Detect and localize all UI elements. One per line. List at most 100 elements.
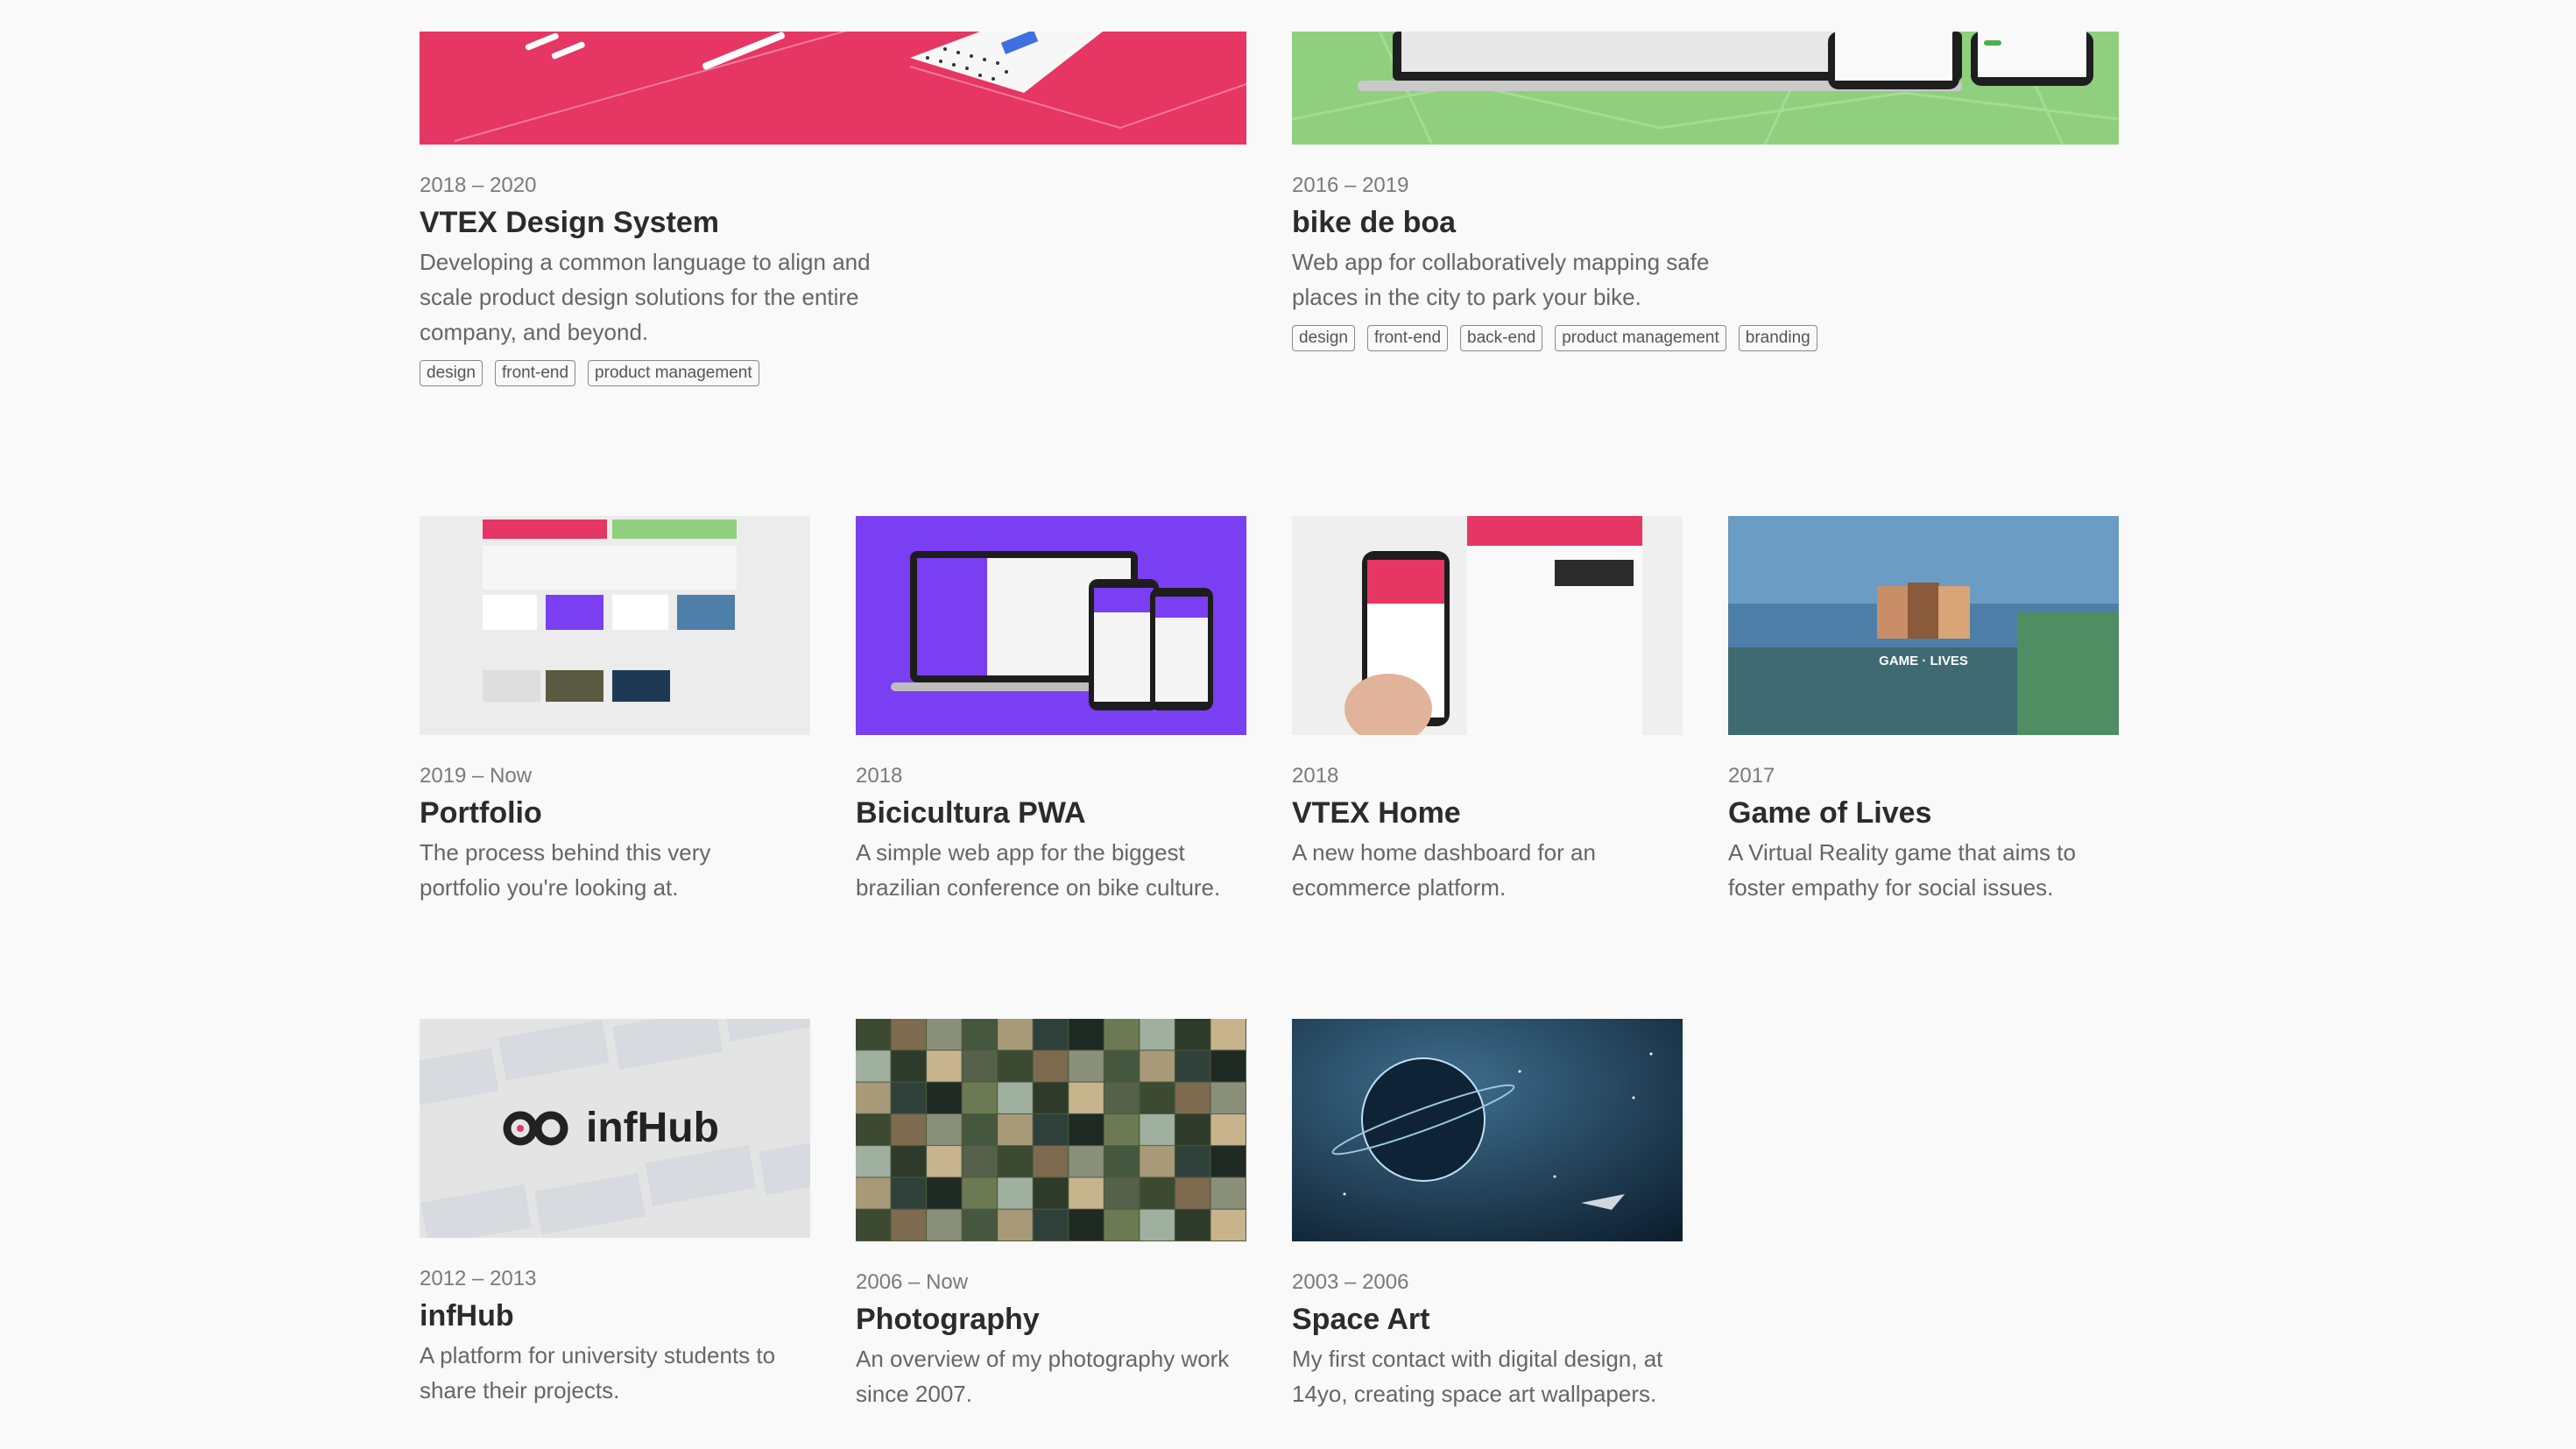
mosaic-photo-tile [856,1050,891,1082]
mosaic-photo-tile [1069,1209,1104,1240]
photo-mosaic [856,1019,1246,1240]
project-title[interactable]: VTEX Design System [420,204,1246,241]
mosaic-photo-tile [891,1019,926,1050]
project-thumbnail[interactable] [856,516,1246,735]
mosaic-photo-tile [998,1146,1033,1177]
project-thumbnail[interactable] [420,516,810,735]
thumbnail-illustration [1292,1019,1683,1241]
mosaic-photo-tile [927,1209,962,1240]
mosaic-photo-tile [927,1113,962,1146]
mosaic-photo-tile [998,1177,1033,1209]
mosaic-photo-tile [927,1146,962,1177]
mosaic-photo-tile [1104,1209,1140,1240]
mosaic-photo-tile [1033,1113,1069,1146]
tag: front-end [495,360,576,386]
mosaic-photo-tile [962,1177,998,1209]
project-description: My first contact with digital design, at… [1292,1346,1663,1407]
thumbnail-illustration [1344,516,1642,735]
mosaic-photo-tile [962,1113,998,1146]
mosaic-photo-tile [1104,1177,1140,1209]
project-title[interactable]: Space Art [1292,1301,1683,1338]
mosaic-photo-tile [1140,1019,1175,1050]
tag: design [1292,325,1355,351]
tag: front-end [1367,325,1449,351]
project-period: 2018 – 2020 [420,173,537,197]
mosaic-photo-tile [1175,1177,1210,1209]
project-title[interactable]: Photography [856,1301,1246,1338]
tag: branding [1738,325,1817,351]
mosaic-photo-tile [1210,1113,1246,1146]
tag-list: design front-end back-end product manage… [1292,325,2119,351]
mosaic-photo-tile [891,1146,926,1177]
project-title[interactable]: bike de boa [1292,204,2119,241]
mosaic-photo-tile [1140,1177,1175,1209]
thumbnail-illustration [483,520,737,702]
mosaic-photo-tile [1210,1146,1246,1177]
mosaic-photo-tile [1104,1146,1140,1177]
project-card-bike-de-boa: 2016 – 2019 bike de boa Web app for coll… [1292,32,2119,351]
mosaic-photo-tile [1140,1209,1175,1240]
project-thumbnail[interactable] [1292,1019,1683,1241]
mosaic-photo-tile [856,1146,891,1177]
mosaic-photo-tile [962,1146,998,1177]
thumbnail-illustration [1292,32,2119,145]
mosaic-photo-tile [1210,1050,1246,1082]
project-title[interactable]: Game of Lives [1728,795,2119,831]
project-thumbnail[interactable] [420,32,1246,145]
mosaic-photo-tile [1210,1082,1246,1113]
mosaic-photo-tile [962,1050,998,1082]
project-card-photography: 2006 – Now Photography An overview of my… [856,1019,1246,1411]
mosaic-photo-tile [927,1050,962,1082]
mosaic-photo-tile [962,1019,998,1050]
mosaic-photo-tile [927,1177,962,1209]
game-of-lives-logo: GAME · LIVES [1879,654,1968,668]
project-period: 2017 [1728,764,1775,788]
project-period: 2019 – Now [420,764,533,788]
infhub-logo: infHub [586,1105,719,1151]
tag: back-end [1460,325,1543,351]
project-card-infhub: infHub 2012 – 2013 infHub A platform for… [420,1019,810,1408]
mosaic-photo-tile [998,1050,1033,1082]
tag: design [420,360,483,386]
thumbnail-illustration [891,551,1213,710]
project-title[interactable]: Portfolio [420,795,810,831]
mosaic-photo-tile [1069,1113,1104,1146]
project-thumbnail[interactable] [1292,32,2119,145]
mosaic-photo-tile [1210,1209,1246,1240]
project-thumbnail[interactable]: infHub [420,1019,810,1238]
mosaic-photo-tile [998,1113,1033,1146]
mosaic-photo-tile [1140,1113,1175,1146]
project-thumbnail[interactable]: GAME · LIVES [1728,516,2119,735]
mosaic-photo-tile [962,1082,998,1113]
mosaic-photo-tile [1175,1146,1210,1177]
project-thumbnail[interactable] [856,1019,1246,1241]
mosaic-photo-tile [1104,1019,1140,1050]
mosaic-photo-tile [1210,1177,1246,1209]
mosaic-photo-tile [1175,1082,1210,1113]
mosaic-photo-tile [891,1177,926,1209]
project-period: 2018 [1292,764,1339,788]
project-description: A platform for university students to sh… [420,1342,776,1403]
project-card-bicicultura-pwa: 2018 Bicicultura PWA A simple web app fo… [856,516,1246,905]
mosaic-photo-tile [1069,1019,1104,1050]
tag-list: design front-end product management [420,360,1246,386]
project-period: 2018 [856,764,903,788]
thumbnail-illustration: GAME · LIVES [1728,516,2119,735]
project-description: An overview of my photography work since… [856,1346,1230,1407]
project-description: Web app for collaboratively mapping safe… [1292,249,1710,310]
project-title[interactable]: infHub [420,1297,810,1334]
project-title[interactable]: Bicicultura PWA [856,795,1246,831]
project-description: A simple web app for the biggest brazili… [856,839,1221,901]
project-thumbnail[interactable] [1292,516,1683,735]
mosaic-photo-tile [1069,1177,1104,1209]
mosaic-photo-tile [1033,1209,1069,1240]
project-card-vtex-design-system: 2018 – 2020 VTEX Design System Developin… [420,32,1246,386]
project-title[interactable]: VTEX Home [1292,795,1683,831]
thumbnail-illustration [454,32,1246,142]
mosaic-photo-tile [1104,1050,1140,1082]
project-period: 2006 – Now [856,1270,969,1294]
mosaic-photo-tile [1069,1082,1104,1113]
project-card-space-art: 2003 – 2006 Space Art My first contact w… [1292,1019,1683,1411]
mosaic-photo-tile [856,1082,891,1113]
thumbnail-illustration: infHub [420,1019,810,1238]
